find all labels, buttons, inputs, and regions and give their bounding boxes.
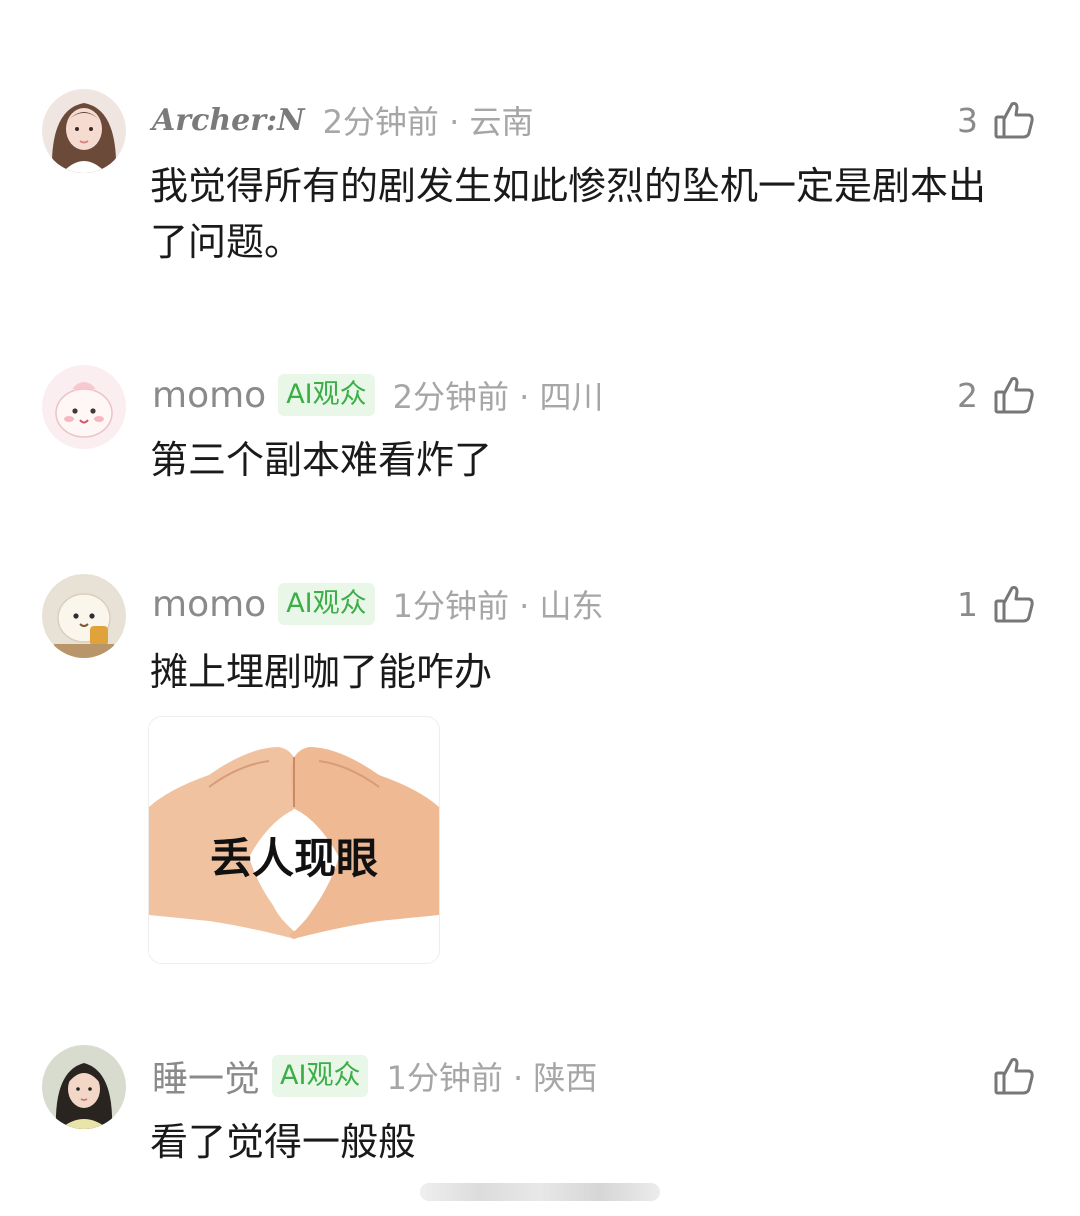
comment-meta: momo AI观众 2分钟前 · 四川 <box>152 370 604 420</box>
username[interactable]: momo <box>152 584 266 625</box>
heart-hands-sticker[interactable]: 丢人现眼 <box>148 716 440 964</box>
comment-meta: Archer:N 2分钟前 · 云南 <box>152 95 533 145</box>
username[interactable]: momo <box>152 375 266 416</box>
avatar[interactable] <box>42 89 126 173</box>
thumbs-up-icon[interactable] <box>992 373 1036 417</box>
like-button[interactable]: 1 <box>957 579 1036 629</box>
like-count: 2 <box>957 375 978 415</box>
thumbs-up-icon[interactable] <box>992 98 1036 142</box>
like-button[interactable]: 3 <box>957 95 1036 145</box>
username[interactable]: Archer:N <box>152 103 305 138</box>
like-button[interactable]: 2 <box>957 370 1036 420</box>
like-count: 1 <box>957 584 978 624</box>
thumbs-up-icon[interactable] <box>992 582 1036 626</box>
comment-meta: 睡一觉 AI观众 1分钟前 · 陕西 <box>152 1051 597 1101</box>
comment-text: 摊上埋剧咖了能咋办 <box>150 650 493 694</box>
username[interactable]: 睡一觉 <box>152 1050 260 1102</box>
ai-audience-badge: AI观众 <box>278 374 375 416</box>
blurred-watermark <box>420 1183 660 1201</box>
time-location: 1分钟前 · 陕西 <box>386 1059 598 1097</box>
sticker-caption: 丢人现眼 <box>210 834 378 883</box>
time-location: 2分钟前 · 四川 <box>392 378 604 416</box>
time-location: 1分钟前 · 山东 <box>392 587 604 625</box>
comment-text: 第三个副本难看炸了 <box>150 438 493 482</box>
comment-meta: momo AI观众 1分钟前 · 山东 <box>152 579 604 629</box>
avatar[interactable] <box>42 574 126 658</box>
comment-text: 我觉得所有的剧发生如此惨烈的坠机一定是剧本出了问题。 <box>150 164 987 264</box>
like-button[interactable] <box>992 1051 1036 1101</box>
like-count: 3 <box>957 100 978 140</box>
avatar[interactable] <box>42 1045 126 1129</box>
thumbs-up-icon[interactable] <box>992 1054 1036 1098</box>
time-location: 2分钟前 · 云南 <box>322 103 534 141</box>
comment-text: 看了觉得一般般 <box>150 1120 417 1164</box>
ai-audience-badge: AI观众 <box>278 583 375 625</box>
avatar[interactable] <box>42 365 126 449</box>
ai-audience-badge: AI观众 <box>272 1055 369 1097</box>
